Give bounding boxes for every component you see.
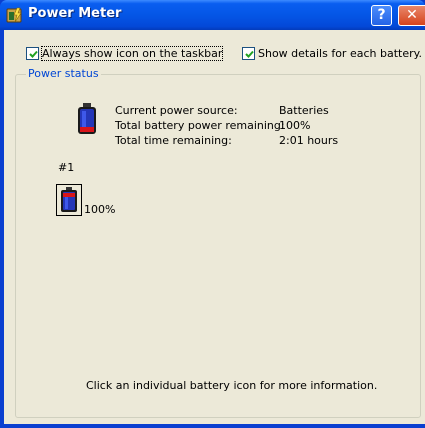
checkmark-icon (245, 50, 254, 58)
power-meter-icon (6, 6, 24, 24)
info-value: 100% (279, 119, 311, 132)
info-label: Total time remaining: (115, 134, 232, 147)
battery-hint-text: Click an individual battery icon for mor… (86, 379, 378, 392)
battery-icon (61, 187, 77, 212)
checkmark-icon (29, 50, 38, 58)
help-icon: ? (377, 7, 386, 23)
power-meter-window: Power Meter ? ✕ Always show icon on the … (0, 0, 425, 428)
power-status-title: Power status (26, 67, 101, 80)
dialog-client-area: Always show icon on the taskbar Show det… (4, 30, 425, 424)
info-value: Batteries (279, 104, 329, 117)
info-label: Current power source: (115, 104, 238, 117)
info-label: Total battery power remaining: (115, 119, 285, 132)
battery-number: #1 (58, 161, 75, 174)
always-show-icon-checkbox[interactable] (26, 47, 39, 60)
window-title: Power Meter (28, 6, 122, 21)
show-details-checkbox[interactable] (242, 47, 255, 60)
help-button[interactable]: ? (371, 5, 392, 26)
battery-1-button[interactable] (56, 184, 82, 216)
battery-icon (77, 103, 97, 138)
always-show-icon-option[interactable]: Always show icon on the taskbar (26, 46, 224, 61)
info-value: 2:01 hours (279, 134, 339, 147)
close-icon: ✕ (406, 7, 418, 23)
battery-percent: 100% (84, 203, 116, 216)
always-show-icon-label[interactable]: Always show icon on the taskbar (40, 46, 224, 61)
show-details-option[interactable]: Show details for each battery. (242, 47, 422, 60)
window-bottom-border (0, 424, 425, 428)
show-details-label[interactable]: Show details for each battery. (258, 47, 422, 60)
close-button[interactable]: ✕ (398, 5, 425, 26)
title-bar[interactable]: Power Meter ? ✕ (0, 0, 425, 30)
